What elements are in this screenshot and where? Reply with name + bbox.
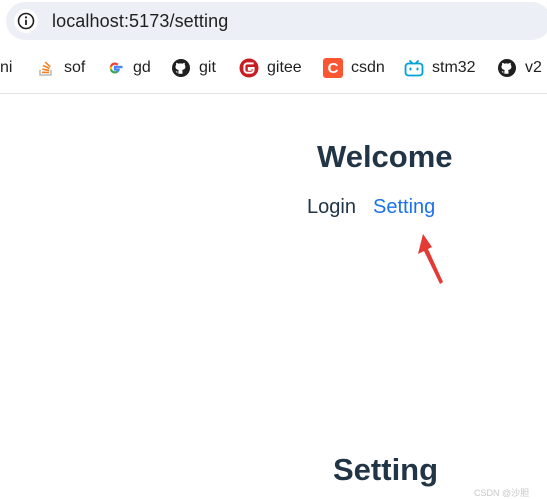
bookmark-stm32[interactable]: stm32	[404, 50, 476, 86]
annotation-arrow	[418, 234, 443, 284]
bookmark-gd[interactable]: gd	[105, 50, 151, 86]
stackoverflow-icon	[36, 58, 56, 78]
bookmark-gitee[interactable]: gitee	[239, 50, 302, 86]
bookmark-label: gitee	[267, 59, 302, 76]
browser-chrome: localhost:5173/setting ni sof gd git git…	[0, 0, 547, 94]
svg-text:C: C	[328, 60, 339, 77]
bookmark-git[interactable]: git	[171, 50, 216, 86]
bookmark-ni[interactable]: ni	[0, 50, 12, 86]
bookmark-label: ni	[0, 59, 13, 76]
bilibili-icon	[404, 58, 424, 78]
nav-link-setting[interactable]: Setting	[373, 196, 435, 219]
bookmarks-bar: ni sof gd git gitee C csdn stm32 v2	[0, 50, 547, 86]
bookmark-label: git	[199, 59, 216, 76]
csdn-icon: C	[323, 58, 343, 78]
bookmark-label: gd	[133, 59, 151, 76]
github-icon	[171, 58, 191, 78]
bookmark-label: csdn	[351, 59, 385, 76]
address-bar[interactable]: localhost:5173/setting	[6, 2, 547, 40]
bookmark-sof[interactable]: sof	[36, 50, 85, 86]
url-text[interactable]: localhost:5173/setting	[52, 11, 228, 32]
github-icon	[497, 58, 517, 78]
site-info-icon[interactable]	[14, 9, 38, 33]
nav-link-login[interactable]: Login	[307, 196, 356, 219]
bookmark-v2[interactable]: v2	[497, 50, 542, 86]
bookmark-csdn[interactable]: C csdn	[323, 50, 385, 86]
page-title: Welcome	[317, 139, 453, 174]
bookmark-label: v2	[525, 59, 542, 76]
watermark: CSDN @沙胆	[474, 488, 530, 498]
google-icon	[105, 58, 125, 78]
view-heading: Setting	[333, 452, 439, 487]
gitee-icon	[239, 58, 259, 78]
bookmark-label: stm32	[432, 59, 476, 76]
bookmark-label: sof	[64, 59, 86, 76]
page-content: Welcome Login Setting Setting CSDN @沙胆	[0, 94, 547, 498]
